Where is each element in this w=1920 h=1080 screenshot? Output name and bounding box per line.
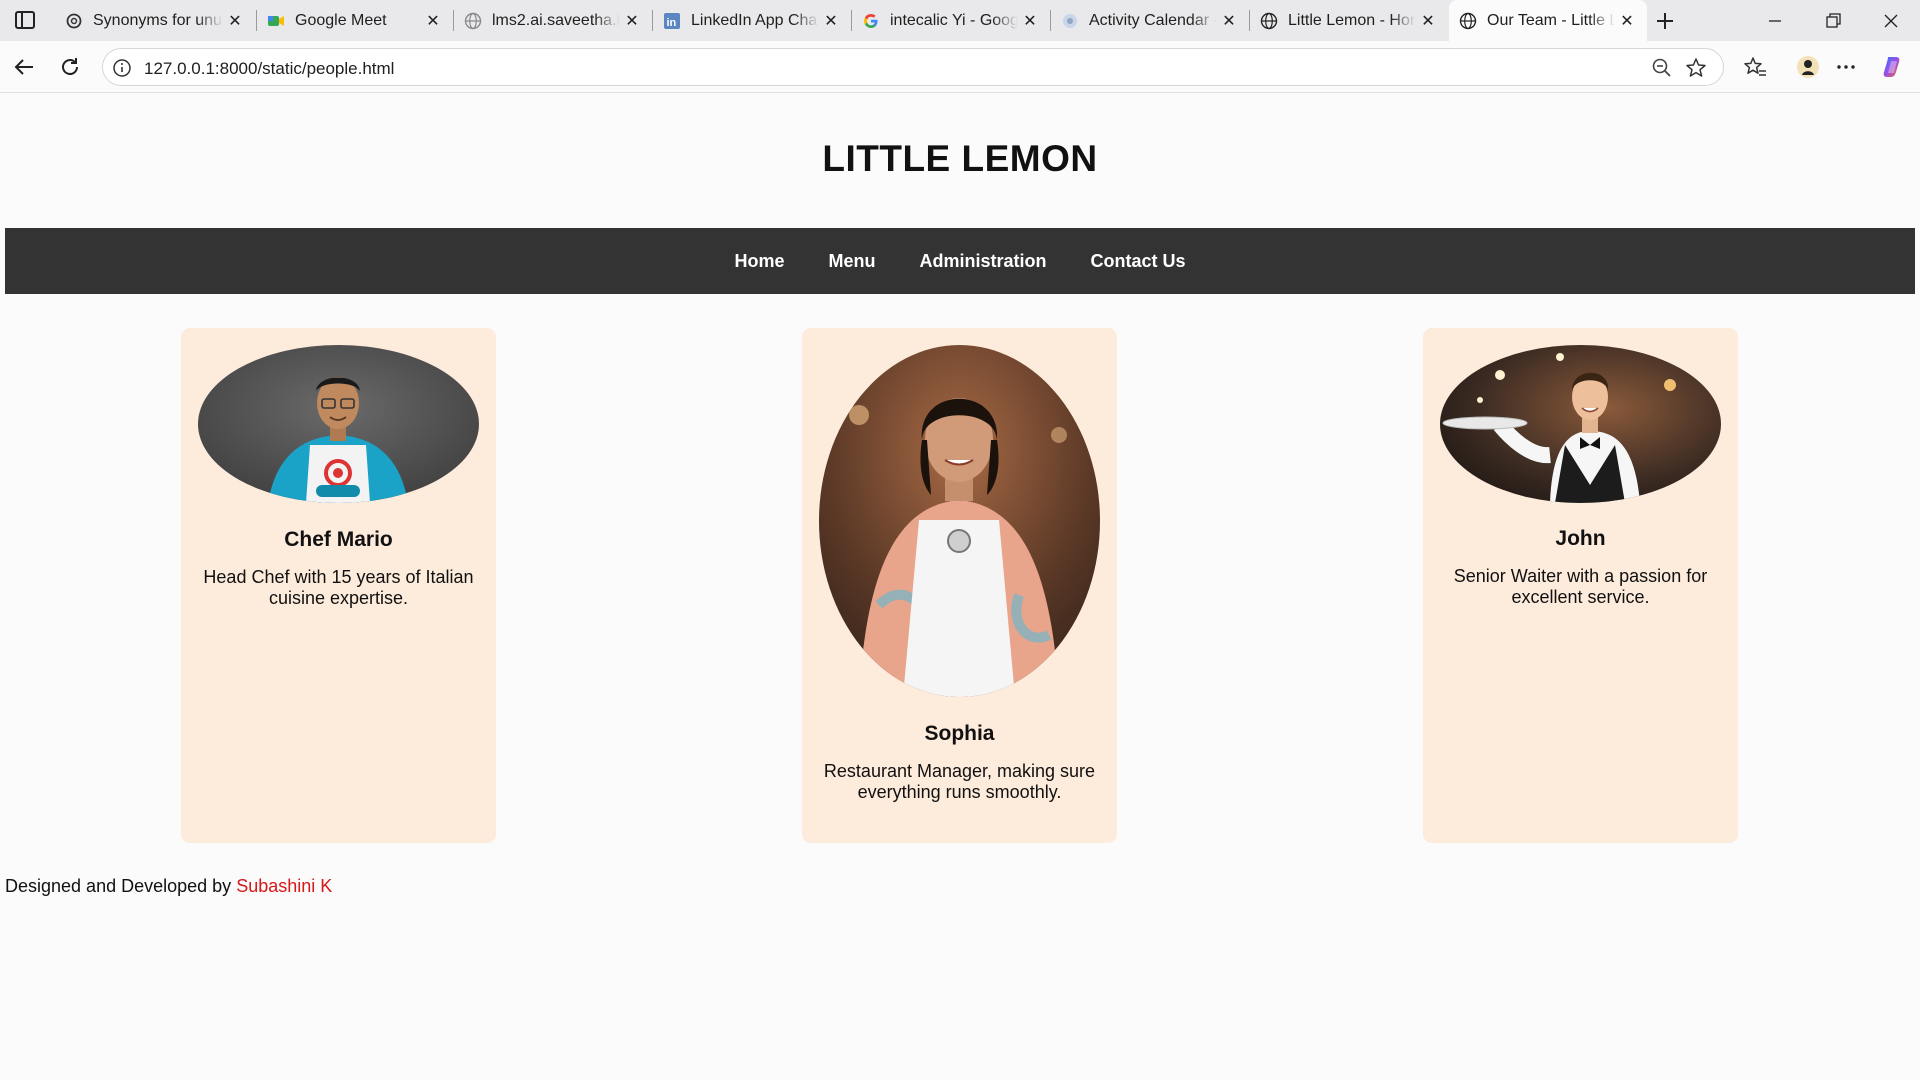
tab-title: Activity Calendar - bbox=[1089, 11, 1217, 29]
openai-icon bbox=[66, 13, 82, 28]
nav-link-home[interactable]: Home bbox=[734, 251, 784, 272]
window-close-icon[interactable] bbox=[1878, 8, 1904, 34]
zoom-out-icon[interactable] bbox=[1649, 55, 1675, 81]
sophia-photo bbox=[819, 345, 1100, 697]
team-member-name: Sophia bbox=[924, 722, 995, 745]
close-icon[interactable]: ✕ bbox=[1615, 9, 1639, 33]
footer-author-name: Subashini K bbox=[236, 876, 333, 896]
team-card-chef-mario: Chef Mario Head Chef with 15 years of It… bbox=[181, 328, 496, 843]
team-card-sophia: Sophia Restaurant Manager, making sure e… bbox=[802, 328, 1117, 843]
favorite-star-icon[interactable] bbox=[1683, 55, 1709, 81]
tab-title: lms2.ai.saveetha.in bbox=[492, 11, 620, 29]
svg-text:in: in bbox=[667, 17, 677, 29]
nav-link-menu[interactable]: Menu bbox=[828, 251, 875, 272]
profile-avatar-icon[interactable] bbox=[1795, 54, 1821, 80]
restore-icon[interactable] bbox=[1820, 8, 1846, 34]
browser-tab[interactable]: lms2.ai.saveetha.in ✕ bbox=[454, 0, 652, 41]
browser-tab-bar: Synonyms for unusual ✕ Google Meet ✕ lms… bbox=[0, 0, 1920, 41]
google-meet-icon bbox=[268, 15, 284, 26]
team-member-name: John bbox=[1555, 527, 1606, 550]
close-icon[interactable]: ✕ bbox=[1217, 9, 1241, 33]
browser-tab[interactable]: Little Lemon - Home ✕ bbox=[1250, 0, 1448, 41]
calendar-icon bbox=[1063, 13, 1077, 28]
browser-tab[interactable]: intecalic Yi - Google ✕ bbox=[852, 0, 1050, 41]
close-icon[interactable]: ✕ bbox=[1416, 9, 1440, 33]
site-info-icon[interactable] bbox=[109, 55, 135, 81]
tab-title: Google Meet bbox=[295, 11, 387, 29]
tab-title: LinkedIn App Challenge bbox=[691, 11, 819, 29]
chef-mario-photo bbox=[198, 345, 479, 503]
team-member-name: Chef Mario bbox=[284, 528, 393, 551]
tab-title: intecalic Yi - Google bbox=[890, 11, 1018, 29]
tab-actions-icon[interactable] bbox=[12, 9, 38, 31]
copilot-icon[interactable] bbox=[1880, 54, 1906, 80]
page-content: LITTLE LEMON Home Menu Administration Co… bbox=[5, 93, 1915, 1075]
tab-title: Synonyms for unusual bbox=[93, 11, 223, 29]
browser-tab-active[interactable]: Our Team - Little Lemon ✕ bbox=[1449, 0, 1647, 41]
browser-tab[interactable]: in LinkedIn App Challenge ✕ bbox=[653, 0, 851, 41]
url-text: 127.0.0.1:8000/static/people.html bbox=[144, 59, 395, 78]
more-options-icon[interactable] bbox=[1833, 54, 1859, 80]
google-icon bbox=[864, 13, 878, 28]
site-title: LITTLE LEMON bbox=[822, 138, 1098, 179]
tab-title: Our Team - Little Lemon bbox=[1487, 11, 1615, 29]
team-member-description: Senior Waiter with a passion for excelle… bbox=[1453, 566, 1708, 607]
close-icon[interactable]: ✕ bbox=[223, 9, 247, 33]
nav-link-contact-us[interactable]: Contact Us bbox=[1091, 251, 1186, 272]
address-bar[interactable]: 127.0.0.1:8000/static/people.html bbox=[102, 48, 1724, 86]
refresh-icon[interactable] bbox=[57, 54, 83, 80]
team-member-description: Restaurant Manager, making sure everythi… bbox=[823, 761, 1096, 802]
favorites-icon[interactable] bbox=[1742, 54, 1768, 80]
close-icon[interactable]: ✕ bbox=[421, 9, 445, 33]
close-icon[interactable]: ✕ bbox=[620, 9, 644, 33]
browser-tab[interactable]: Google Meet ✕ bbox=[257, 0, 453, 41]
nav-link-administration[interactable]: Administration bbox=[919, 251, 1046, 272]
tab-title: Little Lemon - Home bbox=[1288, 11, 1416, 29]
john-photo bbox=[1440, 345, 1721, 503]
team-card-john: John Senior Waiter with a passion for ex… bbox=[1423, 328, 1738, 843]
back-arrow-icon[interactable] bbox=[11, 54, 37, 80]
new-tab-icon[interactable] bbox=[1652, 8, 1678, 34]
browser-toolbar: 127.0.0.1:8000/static/people.html bbox=[0, 41, 1920, 93]
globe-icon bbox=[1260, 12, 1278, 29]
main-nav: Home Menu Administration Contact Us bbox=[5, 228, 1915, 294]
minimize-icon[interactable] bbox=[1762, 8, 1788, 34]
globe-icon bbox=[1459, 12, 1477, 29]
browser-tab[interactable]: Activity Calendar - ✕ bbox=[1051, 0, 1249, 41]
team-member-description: Head Chef with 15 years of Italian cuisi… bbox=[203, 567, 474, 608]
linkedin-icon: in bbox=[664, 12, 680, 29]
page-footer: Designed and Developed by Subashini K bbox=[5, 876, 332, 897]
browser-tab[interactable]: Synonyms for unusual ✕ bbox=[55, 0, 255, 41]
globe-icon bbox=[464, 12, 482, 29]
close-icon[interactable]: ✕ bbox=[819, 9, 843, 33]
close-icon[interactable]: ✕ bbox=[1018, 9, 1042, 33]
footer-credit-text: Designed and Developed by bbox=[5, 876, 232, 896]
